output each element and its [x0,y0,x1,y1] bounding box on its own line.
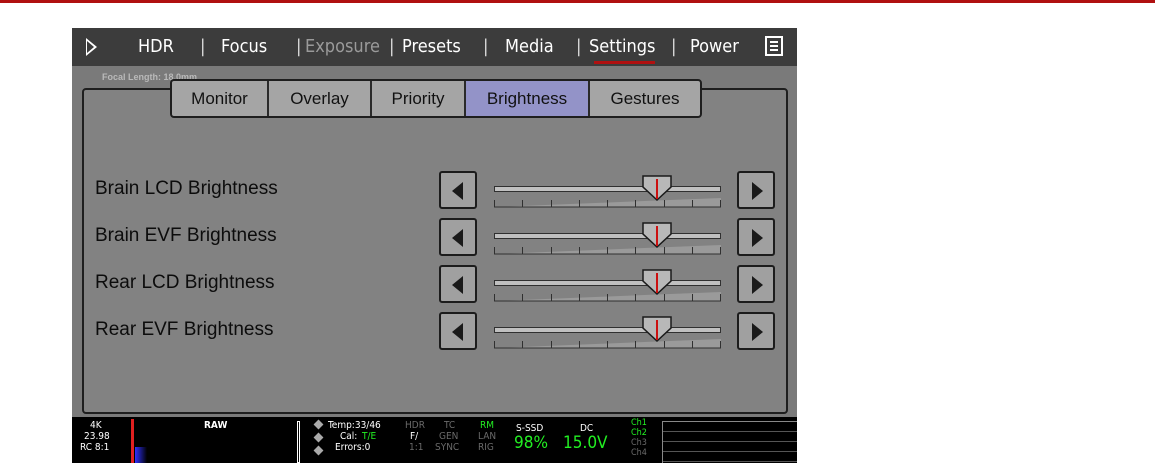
cal-label: Cal: [340,431,358,442]
camera-menu-screen: HDR | Focus | Exposure | Presets | Media… [72,28,797,463]
format-readout: RAW [204,420,228,431]
decrease-button[interactable] [439,218,477,256]
slider-track[interactable] [494,327,721,333]
tab-priority[interactable]: Priority [372,81,466,116]
temp-readout: Temp:33/46 [328,420,381,431]
setting-label: Rear LCD Brightness [95,272,275,293]
histogram-red-channel [131,419,134,463]
menu-separator: | [389,36,395,57]
setting-label: Rear EVF Brightness [95,319,274,340]
tab-monitor[interactable]: Monitor [172,81,269,116]
histogram-right-bracket [297,421,300,463]
top-menu-bar: HDR | Focus | Exposure | Presets | Media… [72,28,797,66]
menu-list-icon[interactable] [765,36,783,56]
increase-button[interactable] [737,171,775,209]
lan-indicator: LAN [478,431,497,442]
arrow-right-icon [752,229,763,247]
slider-scale [494,243,721,255]
arrow-right-icon [752,276,763,294]
tab-gestures[interactable]: Gestures [590,81,700,116]
decrease-button[interactable] [439,265,477,303]
ratio-indicator: 1:1 [409,442,424,453]
menu-item-focus[interactable]: Focus [221,36,267,57]
slider-track[interactable] [494,280,721,286]
indicator-dot [313,432,324,443]
setting-row-rear-evf: Rear EVF Brightness [72,312,797,352]
decrease-button[interactable] [439,312,477,350]
menu-item-media[interactable]: Media [505,36,554,57]
setting-row-brain-lcd: Brain LCD Brightness [72,171,797,211]
menu-item-presets[interactable]: Presets [402,36,461,57]
histogram-blue-channel [135,447,147,463]
slider-scale [494,337,721,349]
tab-brightness[interactable]: Brightness [466,81,590,116]
increase-button[interactable] [737,218,775,256]
indicator-dot [313,445,324,456]
selected-menu-underline [594,61,655,64]
arrow-left-icon [452,323,463,341]
cal-value: T/E [362,431,377,442]
errors-readout: Errors:0 [335,442,371,453]
sync-indicator: SYNC [435,442,460,453]
setting-label: Brain LCD Brightness [95,178,278,199]
arrow-right-icon [752,323,763,341]
menu-item-hdr[interactable]: HDR [138,36,174,57]
menu-item-exposure: Exposure [305,36,380,57]
menu-separator: | [296,36,302,57]
indicator-dot [313,419,324,430]
audio-channel-1: Ch1 [631,418,647,428]
slider-thumb[interactable] [642,269,673,296]
increase-button[interactable] [737,265,775,303]
arrow-right-icon [752,182,763,200]
compression-readout: RC 8:1 [80,442,110,453]
setting-label: Brain EVF Brightness [95,225,277,246]
slider-thumb[interactable] [642,316,673,343]
tab-overlay[interactable]: Overlay [269,81,372,116]
rig-indicator: RIG [478,442,494,453]
rm-indicator: RM [480,420,495,431]
top-accent-line [0,0,1155,3]
menu-item-settings[interactable]: Settings [589,36,655,57]
menu-item-power[interactable]: Power [690,36,739,57]
power-voltage: 15.0V [563,433,608,453]
audio-channel-3: Ch3 [631,438,647,448]
tc-indicator: TC [444,420,456,431]
arrow-left-icon [452,229,463,247]
status-bar: 4K 23.98 RC 8:1 RAW Temp:33/46 Cal: T/E … [72,417,797,463]
menu-separator: | [483,36,489,57]
media-remaining: 98% [514,433,548,453]
play-triangle-icon[interactable] [86,38,97,56]
menu-separator: | [576,36,582,57]
decrease-button[interactable] [439,171,477,209]
slider-scale [494,290,721,302]
menu-separator: | [200,36,206,57]
slider-thumb[interactable] [642,222,673,249]
arrow-left-icon [452,276,463,294]
slider-scale [494,196,721,208]
fps-readout: 23.98 [84,431,110,442]
hdr-indicator: HDR [405,420,425,431]
setting-row-rear-lcd: Rear LCD Brightness [72,265,797,305]
menu-separator: | [671,36,677,57]
resolution-readout: 4K [90,420,102,431]
arrow-left-icon [452,182,463,200]
slider-track[interactable] [494,233,721,239]
slider-thumb[interactable] [642,175,673,202]
audio-channel-2: Ch2 [631,428,647,438]
audio-meter-grid [662,421,797,463]
setting-row-brain-evf: Brain EVF Brightness [72,218,797,258]
gen-indicator: GEN [439,431,459,442]
slider-track[interactable] [494,186,721,192]
settings-tab-bar: Monitor Overlay Priority Brightness Gest… [170,79,702,118]
f-ratio-indicator: F/ [410,431,419,442]
increase-button[interactable] [737,312,775,350]
audio-channel-4: Ch4 [631,448,647,458]
